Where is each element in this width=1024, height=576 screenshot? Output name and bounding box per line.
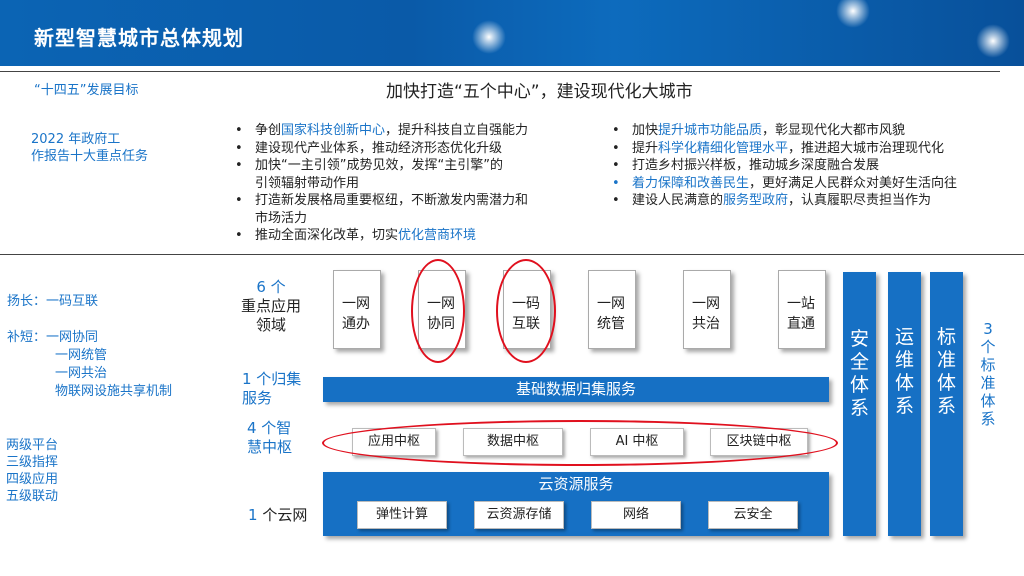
page-title: 新型智慧城市总体规划 xyxy=(34,26,244,50)
cloud-item: 弹性计算 xyxy=(357,501,447,529)
system-bar-security: 安全体系 xyxy=(843,272,876,536)
system-bar-ops: 运维体系 xyxy=(888,272,921,536)
app-label-yizhan-zhitong: 一站 直通 xyxy=(787,296,815,332)
highlight-oval xyxy=(411,259,465,363)
buduan-text: 一网统管 xyxy=(55,348,108,363)
list-item: • 建设现代产业体系，推动经济形态优化升级 xyxy=(235,140,503,156)
goals-label: “十四五”发展目标 xyxy=(34,83,139,98)
cloud-title: 云资源服务 xyxy=(538,475,614,493)
app-label-yiwang-tongban: 一网 通办 xyxy=(342,296,370,332)
apps-layer-label: 6 个 重点应用 领域 xyxy=(240,278,301,334)
levels-text: 两级平台 xyxy=(6,438,59,453)
list-item: • 着力保障和改善民生，更好满足人民群众对美好生活向往 xyxy=(612,175,958,191)
cloud-item: 云安全 xyxy=(708,501,798,529)
highlight-oval xyxy=(496,259,556,363)
levels-text: 三级指挥 xyxy=(6,455,59,470)
collect-layer-label: 1 个归集 服务 xyxy=(242,370,302,407)
list-item: • 争创国家科技创新中心，提升科技自立自强能力 xyxy=(235,123,529,138)
goals-main: 加快打造“五个中心”，建设现代化大城市 xyxy=(386,82,693,102)
system-bar-standard: 标准体系 xyxy=(930,272,963,536)
systems-label: 3 个标准体系 xyxy=(980,320,996,428)
sparkle-icon xyxy=(976,24,1010,58)
cloud-item: 云资源存储 xyxy=(474,501,564,529)
list-item: • 建设人民满意的服务型政府，认真履职尽责担当作为 xyxy=(612,193,932,208)
buduan-text: 补短：一网协同 xyxy=(7,330,99,345)
task-list-left: • 争创国家科技创新中心，提升科技自立自强能力 • 建设现代产业体系，推动经济形态优… xyxy=(235,122,585,245)
list-item: • 提升科学化精细化管理水平，推进超大城市治理现代化 xyxy=(612,140,945,156)
sparkle-icon xyxy=(472,20,506,54)
app-label-yiwang-tongguan: 一网 统管 xyxy=(597,296,625,332)
yangchang-text: 扬长：一码互联 xyxy=(7,294,99,309)
app-label-yiwang-gongzhi: 一网 共治 xyxy=(692,296,720,332)
data-service-bar: 基础数据归集服务 xyxy=(323,377,829,402)
list-item: • 推动全面深化改革，切实优化营商环境 xyxy=(235,228,477,243)
cloud-layer-label: 1 个云网 xyxy=(248,506,308,524)
divider xyxy=(0,254,1024,255)
buduan-text: 一网共治 xyxy=(55,366,108,381)
list-item: • 加快提升城市功能品质，彰显现代化大都市风貌 xyxy=(612,123,906,138)
hub-layer-label: 4 个智 慧中枢 xyxy=(247,419,293,456)
levels-text: 四级应用 xyxy=(6,472,59,487)
highlight-oval xyxy=(322,420,838,466)
list-item: • 加快“一主引领”成势见效，发挥“主引擎”的 引领辐射带动作用 xyxy=(235,158,503,191)
tasks-label-line1: 2022 年政府工 xyxy=(31,132,121,147)
task-list-right: • 加快提升城市功能品质，彰显现代化大都市风貌 • 提升科学化精细化管理水平，推进超… xyxy=(612,122,1017,210)
buduan-text: 物联网设施共享机制 xyxy=(55,384,173,399)
tasks-label-line2: 作报告十大重点任务 xyxy=(31,149,149,164)
list-item: • 打造乡村振兴样板，推动城乡深度融合发展 xyxy=(612,158,880,173)
list-item: • 打造新发展格局重要枢纽，不断激发内需潜力和 市场活力 xyxy=(235,193,529,226)
levels-text: 五级联动 xyxy=(6,489,59,504)
divider xyxy=(0,71,1000,72)
cloud-item: 网络 xyxy=(591,501,681,529)
